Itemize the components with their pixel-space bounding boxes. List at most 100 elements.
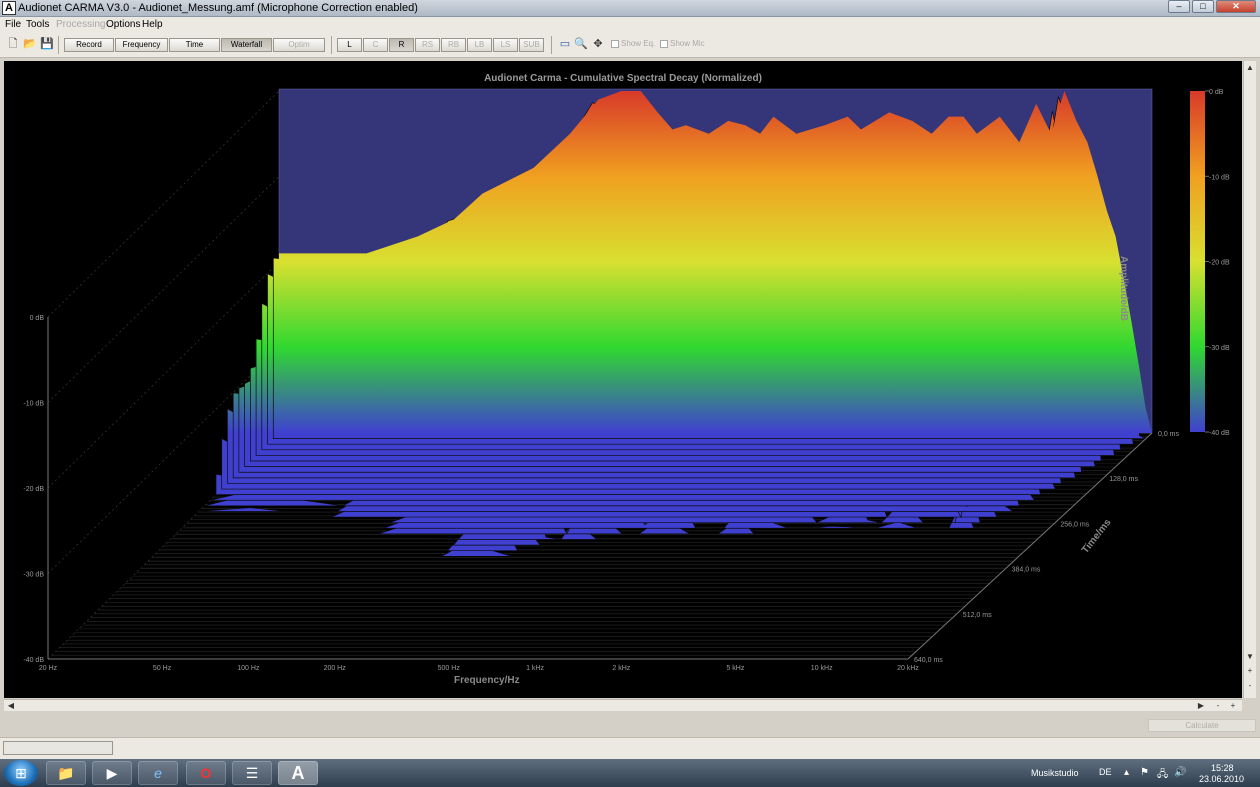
x-tick-label: 50 Hz [153, 665, 172, 672]
opera-icon[interactable]: O [186, 761, 226, 785]
time-tick-label: 384,0 ms [1012, 567, 1041, 574]
menu-tools[interactable]: Tools [26, 19, 49, 30]
x-tick-label: 10 kHz [811, 665, 833, 672]
x-tick-label: 2 kHz [612, 665, 630, 672]
h-zoom-out-icon[interactable]: - [1213, 701, 1223, 711]
toolbar-separator [551, 36, 552, 54]
x-tick-label: 20 Hz [39, 665, 58, 672]
record-view-button[interactable]: Record [64, 38, 114, 52]
chart-title: Audionet Carma - Cumulative Spectral Dec… [484, 73, 762, 84]
clock-date[interactable]: 23.06.2010 [1199, 774, 1244, 784]
channel-lb-button[interactable]: LB [467, 38, 492, 52]
time-tick-label: 128,0 ms [1109, 476, 1138, 483]
zoom-in-icon[interactable]: + [1245, 666, 1255, 676]
decay-slice [152, 540, 1019, 557]
user-label[interactable]: Musikstudio [1031, 768, 1079, 778]
channel-r-button[interactable]: R [389, 38, 414, 52]
minimize-button[interactable]: – [1168, 0, 1190, 13]
scroll-up-icon[interactable]: ▲ [1245, 63, 1255, 73]
zoom-out-icon[interactable]: - [1245, 681, 1255, 691]
y-tick-label: -20 dB [23, 486, 44, 493]
menu-help[interactable]: Help [142, 19, 163, 30]
taskbar: ⊞ 📁 ▶ e O ☰ A Musikstudio DE ▴ ⚑ 🖧 🔊 15:… [0, 759, 1260, 787]
frequency-view-button[interactable]: Frequency [115, 38, 168, 52]
window-icon[interactable]: ▭ [558, 38, 572, 52]
zoom-icon[interactable]: 🔍 [574, 38, 588, 52]
show-eq-label: Show Eq. [621, 39, 656, 48]
window-title: Audionet CARMA V3.0 - Audionet_Messung.a… [18, 2, 418, 14]
language-indicator[interactable]: DE [1099, 767, 1112, 777]
channel-l-button[interactable]: L [337, 38, 362, 52]
waterfall-plot-area[interactable]: 0 dB -10 dB -20 dB -30 dB -40 dB 20 Hz 50 Hz 10… [4, 61, 1242, 698]
x-tick-label: 20 kHz [897, 665, 919, 672]
waterfall-chart: 0 dB-10 dB-20 dB-30 dB-40 dB20 Hz 50 Hz 10… [23, 88, 1230, 672]
x-tick-label: 200 Hz [324, 665, 347, 672]
channel-sub-button[interactable]: SUB [519, 38, 544, 52]
h-zoom-in-icon[interactable]: + [1228, 701, 1238, 711]
colorbar-tick-label: -40 dB [1209, 430, 1230, 437]
menu-file[interactable]: File [5, 19, 21, 30]
checkbox-box [660, 39, 668, 48]
colorbar-tick-label: -20 dB [1209, 260, 1230, 267]
app-logo-icon: A [2, 1, 16, 15]
show-hidden-icon[interactable]: ▴ [1124, 767, 1129, 778]
y-tick-label: -30 dB [23, 572, 44, 579]
volume-icon[interactable]: 🔊 [1174, 767, 1186, 778]
move-icon[interactable]: ✥ [591, 38, 605, 52]
show-mic-checkbox[interactable]: Show Mic [660, 39, 705, 48]
save-disk-icon[interactable]: 💾 [40, 38, 54, 52]
title-bar: A Audionet CARMA V3.0 - Audionet_Messung… [0, 0, 1260, 17]
channel-rb-button[interactable]: RB [441, 38, 466, 52]
horizontal-scrollbar[interactable]: ◀ ▶ - + [4, 699, 1242, 711]
time-view-button[interactable]: Time [169, 38, 220, 52]
toolbar-separator [331, 36, 332, 54]
open-folder-icon[interactable]: 📂 [23, 38, 37, 52]
x-tick-label: 1 kHz [526, 665, 544, 672]
optim-view-button[interactable]: Optim [273, 38, 325, 52]
show-eq-checkbox[interactable]: Show Eq. [611, 39, 655, 48]
network-icon[interactable]: 🖧 [1157, 767, 1168, 784]
x-axis-label: Frequency/Hz [454, 675, 520, 686]
show-mic-label: Show Mic [670, 39, 705, 48]
colorbar-tick-label: -30 dB [1209, 345, 1230, 352]
scroll-left-icon[interactable]: ◀ [6, 701, 16, 711]
time-tick-label: 512,0 ms [963, 612, 992, 619]
x-tick-label: 5 kHz [726, 665, 744, 672]
menu-bar: File Tools Processing Options Help [0, 17, 1260, 32]
scroll-down-icon[interactable]: ▼ [1245, 652, 1255, 662]
waterfall-view-button[interactable]: Waterfall [221, 38, 272, 52]
maximize-button[interactable]: □ [1192, 0, 1214, 13]
carma-app-icon[interactable]: A [278, 761, 318, 785]
colorbar-tick-label: -10 dB [1209, 174, 1230, 181]
close-button[interactable]: ✕ [1216, 0, 1256, 13]
internet-explorer-icon[interactable]: e [138, 761, 178, 785]
channel-ls-button[interactable]: LS [493, 38, 518, 52]
time-tick-label: 640,0 ms [914, 657, 943, 664]
scroll-right-icon[interactable]: ▶ [1196, 701, 1206, 711]
checkbox-box [611, 39, 619, 48]
explorer-icon[interactable]: 📁 [46, 761, 86, 785]
colorbar [1190, 91, 1205, 432]
media-player-icon[interactable]: ▶ [92, 761, 132, 785]
depth-guide-line [47, 176, 280, 403]
window-controls: – □ ✕ [1166, 0, 1256, 13]
channel-c-button[interactable]: C [363, 38, 388, 52]
calculate-button[interactable]: Calculate [1148, 719, 1256, 732]
clock-time[interactable]: 15:28 [1211, 763, 1234, 773]
new-file-icon[interactable]: 🗋 [6, 38, 20, 52]
x-tick-label: 500 Hz [438, 665, 461, 672]
menu-processing[interactable]: Processing [56, 19, 105, 30]
progress-bar [3, 741, 113, 755]
time-tick-label: 256,0 ms [1060, 521, 1089, 528]
start-button[interactable]: ⊞ [4, 760, 38, 786]
task-list-icon[interactable]: ☰ [232, 761, 272, 785]
depth-guide-line [47, 90, 280, 318]
y-tick-label: -10 dB [23, 401, 44, 408]
channel-rs-button[interactable]: RS [415, 38, 440, 52]
menu-options[interactable]: Options [106, 19, 140, 30]
y-axis-label: Amplitude/dB [1118, 256, 1129, 321]
toolbar-separator [58, 36, 59, 54]
vertical-scrollbar[interactable]: ▲ ▼ + - [1243, 61, 1256, 698]
action-center-flag-icon[interactable]: ⚑ [1140, 767, 1149, 778]
time-tick-label: 0,0 ms [1158, 431, 1180, 438]
